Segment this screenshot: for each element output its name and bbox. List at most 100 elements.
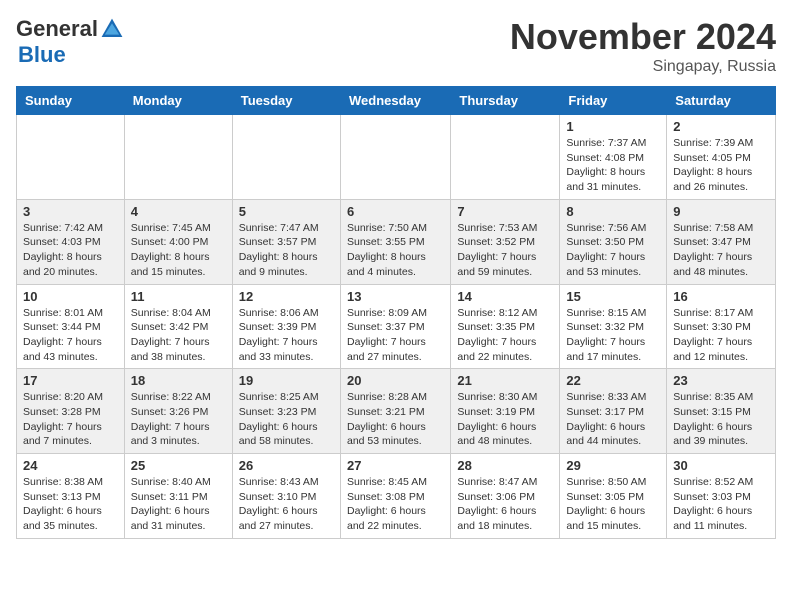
month-title: November 2024	[510, 16, 776, 58]
calendar-week-row: 24 Sunrise: 8:38 AM Sunset: 3:13 PM Dayli…	[17, 454, 776, 539]
calendar-cell: 5Sunrise: 7:47 AM Sunset: 3:57 PM Daylig…	[232, 199, 340, 284]
day-info: Sunrise: 7:37 AM Sunset: 4:08 PM Dayligh…	[566, 136, 660, 195]
day-info: Sunrise: 7:56 AM Sunset: 3:50 PM Dayligh…	[566, 221, 660, 280]
day-number: 15	[566, 289, 660, 304]
day-number: 20	[347, 373, 444, 388]
day-number: 29	[566, 458, 660, 473]
day-info: Sunrise: 8:28 AM Sunset: 3:21 PM Dayligh…	[347, 390, 444, 449]
day-info: Sunrise: 8:09 AM Sunset: 3:37 PM Dayligh…	[347, 306, 444, 365]
calendar-day-header: Monday	[124, 87, 232, 115]
calendar-week-row: 10Sunrise: 8:01 AM Sunset: 3:44 PM Dayli…	[17, 284, 776, 369]
calendar-cell: 30 Sunrise: 8:52 AM Sunset: 3:03 PM Dayli…	[667, 454, 776, 539]
logo-icon	[100, 17, 124, 41]
calendar-day-header: Saturday	[667, 87, 776, 115]
calendar-day-header: Wednesday	[340, 87, 450, 115]
day-number: 13	[347, 289, 444, 304]
calendar-cell: 1 Sunrise: 7:37 AM Sunset: 4:08 PM Daylig…	[560, 115, 667, 200]
day-info: Sunrise: 7:53 AM Sunset: 3:52 PM Dayligh…	[457, 221, 553, 280]
calendar-cell: 12Sunrise: 8:06 AM Sunset: 3:39 PM Dayli…	[232, 284, 340, 369]
day-info: Sunrise: 7:47 AM Sunset: 3:57 PM Dayligh…	[239, 221, 334, 280]
calendar-cell	[124, 115, 232, 200]
day-info: Sunrise: 8:04 AM Sunset: 3:42 PM Dayligh…	[131, 306, 226, 365]
day-number: 3	[23, 204, 118, 219]
day-info: Sunrise: 7:39 AM Sunset: 4:05 PM Dayligh…	[673, 136, 769, 195]
calendar-day-header: Thursday	[451, 87, 560, 115]
day-number: 16	[673, 289, 769, 304]
calendar-cell: 8 Sunrise: 7:56 AM Sunset: 3:50 PM Daylig…	[560, 199, 667, 284]
calendar-week-row: 1 Sunrise: 7:37 AM Sunset: 4:08 PM Daylig…	[17, 115, 776, 200]
calendar-cell: 25 Sunrise: 8:40 AM Sunset: 3:11 PM Dayli…	[124, 454, 232, 539]
calendar-cell: 7 Sunrise: 7:53 AM Sunset: 3:52 PM Daylig…	[451, 199, 560, 284]
calendar-cell: 19 Sunrise: 8:25 AM Sunset: 3:23 PM Dayli…	[232, 369, 340, 454]
calendar-cell: 6 Sunrise: 7:50 AM Sunset: 3:55 PM Daylig…	[340, 199, 450, 284]
day-number: 8	[566, 204, 660, 219]
logo-general: General	[16, 16, 98, 42]
calendar-cell: 10Sunrise: 8:01 AM Sunset: 3:44 PM Dayli…	[17, 284, 125, 369]
day-number: 23	[673, 373, 769, 388]
calendar-cell	[17, 115, 125, 200]
calendar-cell: 2 Sunrise: 7:39 AM Sunset: 4:05 PM Daylig…	[667, 115, 776, 200]
calendar-cell: 17Sunrise: 8:20 AM Sunset: 3:28 PM Dayli…	[17, 369, 125, 454]
calendar-cell	[340, 115, 450, 200]
day-info: Sunrise: 8:45 AM Sunset: 3:08 PM Dayligh…	[347, 475, 444, 534]
day-info: Sunrise: 7:45 AM Sunset: 4:00 PM Dayligh…	[131, 221, 226, 280]
day-number: 6	[347, 204, 444, 219]
day-info: Sunrise: 8:33 AM Sunset: 3:17 PM Dayligh…	[566, 390, 660, 449]
calendar-cell: 29 Sunrise: 8:50 AM Sunset: 3:05 PM Dayli…	[560, 454, 667, 539]
day-info: Sunrise: 8:12 AM Sunset: 3:35 PM Dayligh…	[457, 306, 553, 365]
day-info: Sunrise: 8:52 AM Sunset: 3:03 PM Dayligh…	[673, 475, 769, 534]
day-number: 9	[673, 204, 769, 219]
day-info: Sunrise: 7:50 AM Sunset: 3:55 PM Dayligh…	[347, 221, 444, 280]
day-number: 4	[131, 204, 226, 219]
day-info: Sunrise: 8:38 AM Sunset: 3:13 PM Dayligh…	[23, 475, 118, 534]
day-info: Sunrise: 8:35 AM Sunset: 3:15 PM Dayligh…	[673, 390, 769, 449]
day-number: 25	[131, 458, 226, 473]
location: Singapay, Russia	[510, 58, 776, 76]
calendar-cell: 21 Sunrise: 8:30 AM Sunset: 3:19 PM Dayli…	[451, 369, 560, 454]
day-info: Sunrise: 8:20 AM Sunset: 3:28 PM Dayligh…	[23, 390, 118, 449]
calendar-day-header: Friday	[560, 87, 667, 115]
day-number: 2	[673, 119, 769, 134]
calendar-cell: 15 Sunrise: 8:15 AM Sunset: 3:32 PM Dayli…	[560, 284, 667, 369]
day-number: 24	[23, 458, 118, 473]
day-info: Sunrise: 7:42 AM Sunset: 4:03 PM Dayligh…	[23, 221, 118, 280]
day-info: Sunrise: 7:58 AM Sunset: 3:47 PM Dayligh…	[673, 221, 769, 280]
logo: General Blue	[16, 16, 124, 68]
calendar-header-row: SundayMondayTuesdayWednesdayThursdayFrid…	[17, 87, 776, 115]
day-info: Sunrise: 8:17 AM Sunset: 3:30 PM Dayligh…	[673, 306, 769, 365]
day-number: 1	[566, 119, 660, 134]
calendar-week-row: 3 Sunrise: 7:42 AM Sunset: 4:03 PM Daylig…	[17, 199, 776, 284]
day-number: 28	[457, 458, 553, 473]
day-number: 7	[457, 204, 553, 219]
calendar-cell: 20 Sunrise: 8:28 AM Sunset: 3:21 PM Dayli…	[340, 369, 450, 454]
day-info: Sunrise: 8:25 AM Sunset: 3:23 PM Dayligh…	[239, 390, 334, 449]
calendar-cell: 14Sunrise: 8:12 AM Sunset: 3:35 PM Dayli…	[451, 284, 560, 369]
calendar-cell: 27 Sunrise: 8:45 AM Sunset: 3:08 PM Dayli…	[340, 454, 450, 539]
calendar-cell: 16 Sunrise: 8:17 AM Sunset: 3:30 PM Dayli…	[667, 284, 776, 369]
day-info: Sunrise: 8:30 AM Sunset: 3:19 PM Dayligh…	[457, 390, 553, 449]
calendar-cell: 13 Sunrise: 8:09 AM Sunset: 3:37 PM Dayli…	[340, 284, 450, 369]
calendar-day-header: Sunday	[17, 87, 125, 115]
day-number: 19	[239, 373, 334, 388]
calendar-cell: 24 Sunrise: 8:38 AM Sunset: 3:13 PM Dayli…	[17, 454, 125, 539]
calendar-cell: 9 Sunrise: 7:58 AM Sunset: 3:47 PM Daylig…	[667, 199, 776, 284]
calendar-cell	[451, 115, 560, 200]
day-number: 18	[131, 373, 226, 388]
day-number: 12	[239, 289, 334, 304]
title-area: November 2024 Singapay, Russia	[510, 16, 776, 76]
calendar-week-row: 17Sunrise: 8:20 AM Sunset: 3:28 PM Dayli…	[17, 369, 776, 454]
day-info: Sunrise: 8:40 AM Sunset: 3:11 PM Dayligh…	[131, 475, 226, 534]
calendar-cell: 18Sunrise: 8:22 AM Sunset: 3:26 PM Dayli…	[124, 369, 232, 454]
day-info: Sunrise: 8:15 AM Sunset: 3:32 PM Dayligh…	[566, 306, 660, 365]
calendar-cell: 26Sunrise: 8:43 AM Sunset: 3:10 PM Dayli…	[232, 454, 340, 539]
day-number: 21	[457, 373, 553, 388]
day-number: 10	[23, 289, 118, 304]
day-number: 30	[673, 458, 769, 473]
calendar-cell: 3 Sunrise: 7:42 AM Sunset: 4:03 PM Daylig…	[17, 199, 125, 284]
calendar-cell: 11Sunrise: 8:04 AM Sunset: 3:42 PM Dayli…	[124, 284, 232, 369]
day-info: Sunrise: 8:47 AM Sunset: 3:06 PM Dayligh…	[457, 475, 553, 534]
calendar-cell	[232, 115, 340, 200]
day-number: 27	[347, 458, 444, 473]
day-info: Sunrise: 8:50 AM Sunset: 3:05 PM Dayligh…	[566, 475, 660, 534]
day-number: 22	[566, 373, 660, 388]
